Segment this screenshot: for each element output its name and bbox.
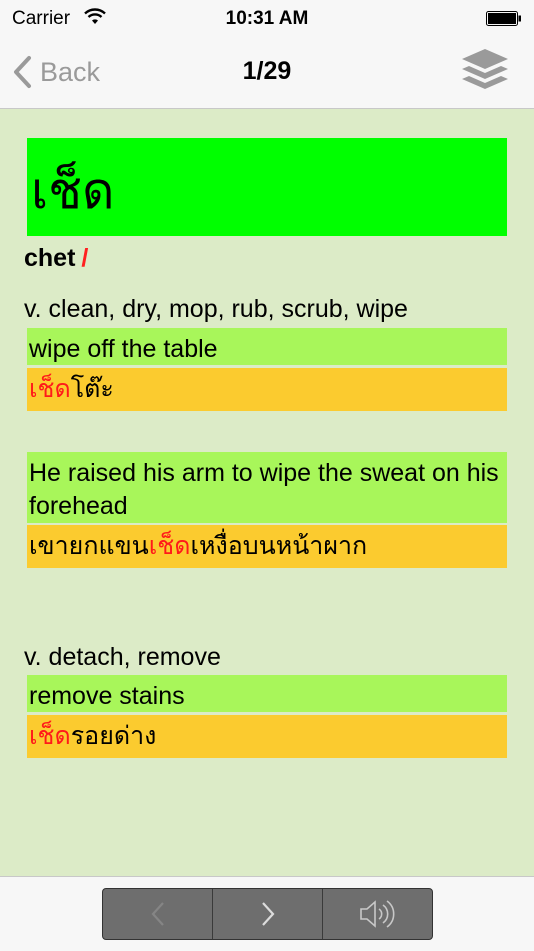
sense-definition: v. detach, remove xyxy=(24,643,221,671)
chevron-right-icon xyxy=(261,902,274,926)
entry-content: เช็ด chet / v. clean, dry, mop, rub, scru… xyxy=(0,109,534,876)
example-thai: เช็ดรอยด่าง xyxy=(27,715,507,758)
example-thai: เช็ดโต๊ะ xyxy=(27,368,507,411)
romanization-text: chet xyxy=(24,244,76,272)
headword: เช็ด xyxy=(31,162,115,220)
romanization: chet / xyxy=(24,244,88,273)
thai-rest: โต๊ะ xyxy=(70,374,114,403)
thai-highlight: เช็ด xyxy=(29,721,71,750)
tone-mark: / xyxy=(81,244,89,272)
page-counter: 1/29 xyxy=(242,57,292,85)
example-english: wipe off the table xyxy=(27,328,507,365)
layers-icon xyxy=(462,49,508,89)
example-english: remove stains xyxy=(27,675,507,712)
playback-controls xyxy=(102,888,433,940)
thai-prefix: เขายกแขน xyxy=(29,531,149,560)
next-button[interactable] xyxy=(213,889,323,939)
thai-highlight: เช็ด xyxy=(148,531,191,560)
thai-highlight: เช็ด xyxy=(29,374,71,403)
status-bar: Carrier 10:31 AM xyxy=(0,0,534,38)
sound-button[interactable] xyxy=(323,889,432,939)
thai-rest: เหงื่อบนหน้าผาก xyxy=(190,531,368,560)
speaker-icon xyxy=(359,900,394,928)
example-english: He raised his arm to wipe the sweat on h… xyxy=(27,452,507,523)
navigation-bar: Back 1/29 xyxy=(0,38,534,109)
headword-box: เช็ด xyxy=(27,138,507,236)
layers-button[interactable] xyxy=(460,49,510,97)
thai-rest: รอยด่าง xyxy=(70,721,157,750)
battery-icon xyxy=(486,11,521,26)
example-thai: เขายกแขนเช็ดเหงื่อบนหน้าผาก xyxy=(27,525,507,568)
previous-button[interactable] xyxy=(103,889,213,939)
status-time: 10:31 AM xyxy=(225,8,309,29)
bottom-toolbar xyxy=(0,876,534,951)
chevron-left-icon xyxy=(151,902,164,926)
sense-definition: v. clean, dry, mop, rub, scrub, wipe xyxy=(24,295,408,323)
